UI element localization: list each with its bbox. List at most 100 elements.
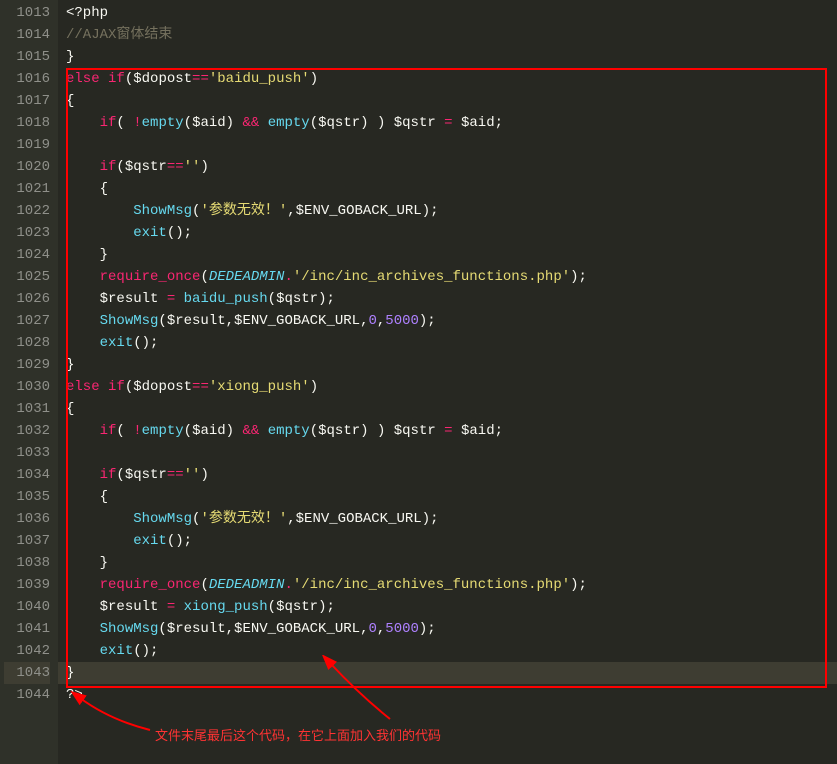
code-line[interactable]: ShowMsg('参数无效！',$ENV_GOBACK_URL); [58, 200, 837, 222]
code-token: $ENV_GOBACK_URL [234, 621, 360, 637]
line-number: 1034 [4, 464, 50, 486]
code-token: ( [268, 599, 276, 615]
code-token: ShowMsg [100, 621, 159, 637]
code-token [436, 115, 444, 131]
code-token [66, 115, 100, 131]
code-content[interactable]: <?php//AJAX窗体结束} else if($dopost=='baidu_… [58, 0, 837, 764]
code-token: } [66, 555, 108, 571]
code-token: } [66, 49, 74, 65]
code-token: ) ) [360, 115, 394, 131]
code-token: && [242, 115, 259, 131]
code-token: , [287, 511, 295, 527]
code-line[interactable]: } [58, 552, 837, 574]
code-token [436, 423, 444, 439]
code-line[interactable]: else if($dopost=='xiong_push') [58, 376, 837, 398]
code-line[interactable]: <?php [58, 2, 837, 24]
code-token: ! [133, 423, 141, 439]
code-token: if [100, 115, 117, 131]
code-line[interactable]: if($qstr=='') [58, 464, 837, 486]
code-token: ); [422, 511, 439, 527]
code-token: , [226, 313, 234, 329]
code-line[interactable]: } [58, 244, 837, 266]
code-editor[interactable]: 1013101410151016101710181019102010211022… [0, 0, 837, 764]
code-token: $qstr [394, 423, 436, 439]
code-line[interactable]: ShowMsg($result,$ENV_GOBACK_URL,0,5000); [58, 618, 837, 640]
code-token: ); [419, 621, 436, 637]
code-token: '/inc/inc_archives_functions.php' [293, 269, 570, 285]
code-line[interactable]: else if($dopost=='baidu_push') [58, 68, 837, 90]
code-token: xiong_push [184, 599, 268, 615]
code-line[interactable] [58, 442, 837, 464]
code-token: require_once [100, 577, 201, 593]
code-line[interactable]: exit(); [58, 530, 837, 552]
code-token: $dopost [133, 379, 192, 395]
line-number: 1036 [4, 508, 50, 530]
code-token: ) [310, 379, 318, 395]
code-token: empty [268, 423, 310, 439]
code-token [66, 577, 100, 593]
code-line[interactable]: ShowMsg('参数无效！',$ENV_GOBACK_URL); [58, 508, 837, 530]
code-line[interactable]: //AJAX窗体结束 [58, 24, 837, 46]
code-token: if [100, 423, 117, 439]
code-line[interactable]: } [58, 354, 837, 376]
code-token [158, 291, 166, 307]
code-line[interactable]: } [58, 662, 837, 684]
code-token: $dopost [133, 71, 192, 87]
code-token: $qstr [276, 599, 318, 615]
code-token: baidu_push [184, 291, 268, 307]
code-token: $qstr [125, 159, 167, 175]
code-line[interactable]: } [58, 46, 837, 68]
code-token: ); [419, 313, 436, 329]
code-line[interactable]: exit(); [58, 332, 837, 354]
code-token: ) ) [360, 423, 394, 439]
code-token: , [287, 203, 295, 219]
line-number: 1043 [4, 662, 50, 684]
code-token: '参数无效！' [200, 511, 287, 527]
code-token [453, 423, 461, 439]
code-token: ( [116, 423, 133, 439]
code-token: ( [200, 577, 208, 593]
code-token [100, 71, 108, 87]
code-token: 0 [368, 621, 376, 637]
code-line[interactable]: require_once(DEDEADMIN.'/inc/inc_archive… [58, 266, 837, 288]
code-line[interactable]: { [58, 90, 837, 112]
line-number: 1021 [4, 178, 50, 200]
code-token [66, 269, 100, 285]
code-line[interactable]: $result = baidu_push($qstr); [58, 288, 837, 310]
code-line[interactable]: if($qstr=='') [58, 156, 837, 178]
code-line[interactable]: ShowMsg($result,$ENV_GOBACK_URL,0,5000); [58, 310, 837, 332]
line-number: 1025 [4, 266, 50, 288]
code-token: = [167, 291, 175, 307]
code-token: exit [133, 533, 167, 549]
code-line[interactable]: $result = xiong_push($qstr); [58, 596, 837, 618]
code-line[interactable]: { [58, 178, 837, 200]
code-token: ) [200, 467, 208, 483]
code-token: (); [167, 225, 192, 241]
code-line[interactable]: require_once(DEDEADMIN.'/inc/inc_archive… [58, 574, 837, 596]
code-token: (); [167, 533, 192, 549]
code-token: } [66, 247, 108, 263]
code-line[interactable]: exit(); [58, 222, 837, 244]
code-line[interactable]: ?> [58, 684, 837, 706]
code-line[interactable]: if( !empty($aid) && empty($qstr) ) $qstr… [58, 112, 837, 134]
code-token: ); [318, 599, 335, 615]
code-token: . [284, 269, 292, 285]
code-line[interactable]: { [58, 398, 837, 420]
line-number: 1035 [4, 486, 50, 508]
code-line[interactable]: exit(); [58, 640, 837, 662]
code-line[interactable]: { [58, 486, 837, 508]
code-token [66, 313, 100, 329]
code-token [66, 511, 133, 527]
code-token: (); [133, 335, 158, 351]
line-number: 1027 [4, 310, 50, 332]
code-line[interactable]: if( !empty($aid) && empty($qstr) ) $qstr… [58, 420, 837, 442]
code-token: } [66, 357, 74, 373]
annotation-text: 文件末尾最后这个代码，在它上面加入我们的代码 [155, 725, 441, 744]
code-token [66, 203, 133, 219]
code-token [259, 115, 267, 131]
code-line[interactable] [58, 134, 837, 156]
code-token: ShowMsg [133, 511, 192, 527]
code-token: ) [226, 115, 243, 131]
code-token: $result [167, 621, 226, 637]
code-token: ! [133, 115, 141, 131]
